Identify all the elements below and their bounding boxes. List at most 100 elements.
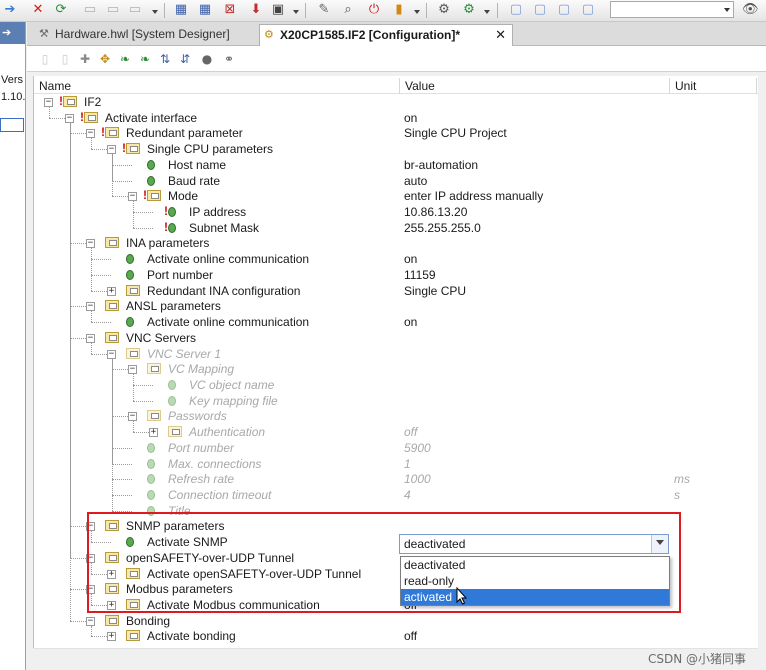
collapse-icon[interactable]: − [107, 349, 116, 359]
collapse-icon[interactable]: − [128, 192, 137, 202]
row-value[interactable]: 11159 [404, 268, 436, 283]
circle-icon[interactable]: ● [199, 51, 215, 67]
search-icon[interactable]: ⌕ [340, 2, 356, 18]
dropdown-button[interactable] [651, 535, 668, 553]
chevron-down-icon[interactable] [152, 10, 158, 14]
row-value[interactable]: on [404, 315, 417, 330]
traffic-light-icon[interactable]: ▮ [391, 2, 407, 18]
table-row[interactable]: + Redundant INA configuration Single CPU [34, 283, 766, 299]
collapse-icon[interactable]: − [86, 239, 95, 249]
chevron-down-icon[interactable] [484, 10, 490, 14]
options-icon[interactable]: ▣ [270, 2, 286, 18]
stop-icon[interactable]: ⊠ [222, 2, 238, 18]
eye-icon[interactable]: 👁 [742, 2, 759, 18]
window-icon[interactable]: ▢ [508, 2, 524, 18]
table-row[interactable]: + Activate bonding off [34, 628, 766, 644]
sort-desc-icon[interactable]: ⇵ [177, 51, 193, 67]
transfer-icon[interactable]: ▭ [105, 2, 121, 18]
dropdown-option[interactable]: activated [401, 589, 669, 605]
toolbar-combo[interactable] [610, 1, 734, 18]
table-row[interactable]: − VC Mapping [34, 361, 766, 377]
chevron-down-icon[interactable] [414, 10, 420, 14]
row-value[interactable]: off [404, 629, 417, 644]
move-icon[interactable]: ✥ [97, 51, 113, 67]
table-row[interactable]: − VNC Servers [34, 330, 766, 346]
table-row[interactable]: ! Subnet Mask 255.255.255.0 [34, 220, 766, 236]
row-value[interactable]: on [404, 111, 417, 126]
snmp-value-select[interactable]: deactivated [399, 534, 669, 554]
collapse-icon[interactable]: − [86, 302, 95, 312]
row-value[interactable]: Single CPU Project [404, 126, 507, 141]
left-pane-input[interactable] [0, 118, 24, 132]
table-row[interactable]: Refresh rate1000msT [34, 471, 766, 487]
row-value[interactable]: 5900 [404, 441, 431, 456]
window-pin-icon[interactable]: ▢ [580, 2, 596, 18]
collapse-icon[interactable]: − [128, 412, 137, 422]
table-row[interactable]: Activate online communication on [34, 314, 766, 330]
row-value[interactable]: 10.86.13.20 [404, 205, 467, 220]
chevron-down-icon[interactable] [724, 8, 730, 12]
table-row[interactable]: Key mapping file [34, 393, 766, 409]
table-row[interactable]: −! Activate interface on [34, 110, 766, 126]
table-row[interactable]: Host name br-automation [34, 157, 766, 173]
download-icon[interactable]: ⬇ [248, 2, 264, 18]
table-row[interactable]: − Bonding [34, 613, 766, 629]
table-row[interactable]: −! Mode enter IP address manually [34, 188, 766, 204]
tools-icon[interactable]: ✎ [316, 2, 332, 18]
table-row[interactable]: −! IF2 [34, 94, 766, 110]
table-row[interactable]: −! Redundant parameter Single CPU Project [34, 125, 766, 141]
collapse-icon[interactable]: − [86, 616, 95, 626]
collapse-icon[interactable]: − [86, 333, 95, 343]
column-header-name[interactable]: Name [34, 78, 71, 94]
collapse-icon[interactable]: ❧ [137, 51, 153, 67]
table-row[interactable]: − Passwords [34, 408, 766, 424]
table-row[interactable]: ! IP address 10.86.13.20 [34, 204, 766, 220]
settings-icon[interactable]: ⚙ [436, 2, 452, 18]
column-header-value[interactable]: Value [399, 78, 435, 94]
table-row[interactable]: − ANSL parameters [34, 298, 766, 314]
column-header-unit[interactable]: Unit [669, 78, 696, 94]
row-value[interactable]: enter IP address manually [404, 189, 543, 204]
table-row[interactable]: −!Single CPU parametersF [34, 141, 766, 157]
row-value[interactable]: on [404, 252, 417, 267]
tab-hardware[interactable]: ⚒ Hardware.hwl [System Designer] [35, 24, 257, 46]
page-list-icon[interactable]: ▯ [57, 51, 73, 67]
pin-icon[interactable]: ➔ [2, 26, 11, 39]
green-settings-icon[interactable]: ⚙ [461, 2, 477, 18]
row-value[interactable]: 1 [404, 457, 411, 472]
page-icon[interactable]: ▯ [37, 51, 53, 67]
table-row[interactable]: − VNC Server 1 [34, 346, 766, 362]
table-row[interactable]: Activate online communication on [34, 251, 766, 267]
table-row[interactable]: VC object name [34, 377, 766, 393]
row-value[interactable]: 4 [404, 488, 411, 503]
dropdown-option[interactable]: read-only [401, 573, 669, 589]
collapse-icon[interactable]: − [107, 145, 116, 155]
chevron-down-icon[interactable] [293, 10, 299, 14]
link-icon[interactable]: ⚭ [221, 51, 237, 67]
window-arrow-icon[interactable]: ▢ [532, 2, 548, 18]
add-icon[interactable]: ✚ [77, 51, 93, 67]
grid-icon[interactable]: ▦ [173, 2, 189, 18]
close-icon[interactable]: ✕ [495, 25, 506, 45]
table-row[interactable]: Port number 11159 [34, 267, 766, 283]
expand-icon[interactable]: + [107, 286, 116, 296]
table-row[interactable]: + Authentication off [34, 424, 766, 440]
table-row[interactable]: Port number 5900 [34, 440, 766, 456]
row-value[interactable]: 255.255.255.0 [404, 221, 481, 236]
expand-icon[interactable]: + [107, 632, 116, 642]
row-value[interactable]: 1000 [404, 472, 431, 487]
row-value[interactable]: auto [404, 174, 427, 189]
row-value[interactable]: off [404, 425, 417, 440]
refresh-icon[interactable]: ⟳ [53, 2, 69, 18]
power-icon[interactable]: ⏻ [366, 2, 382, 18]
vertical-scrollbar[interactable] [758, 76, 766, 654]
grid-save-icon[interactable]: ▦ [197, 2, 213, 18]
row-value[interactable]: br-automation [404, 158, 478, 173]
collapse-icon[interactable]: − [86, 129, 95, 139]
window-split-icon[interactable]: ▢ [556, 2, 572, 18]
arrow-right-icon[interactable]: ➔ [2, 2, 18, 18]
expand-icon[interactable]: ❧ [117, 51, 133, 67]
table-row[interactable]: Baud rate auto [34, 173, 766, 189]
monitor-icon[interactable]: ▭ [127, 2, 143, 18]
table-row[interactable]: Connection timeout4sT [34, 487, 766, 503]
